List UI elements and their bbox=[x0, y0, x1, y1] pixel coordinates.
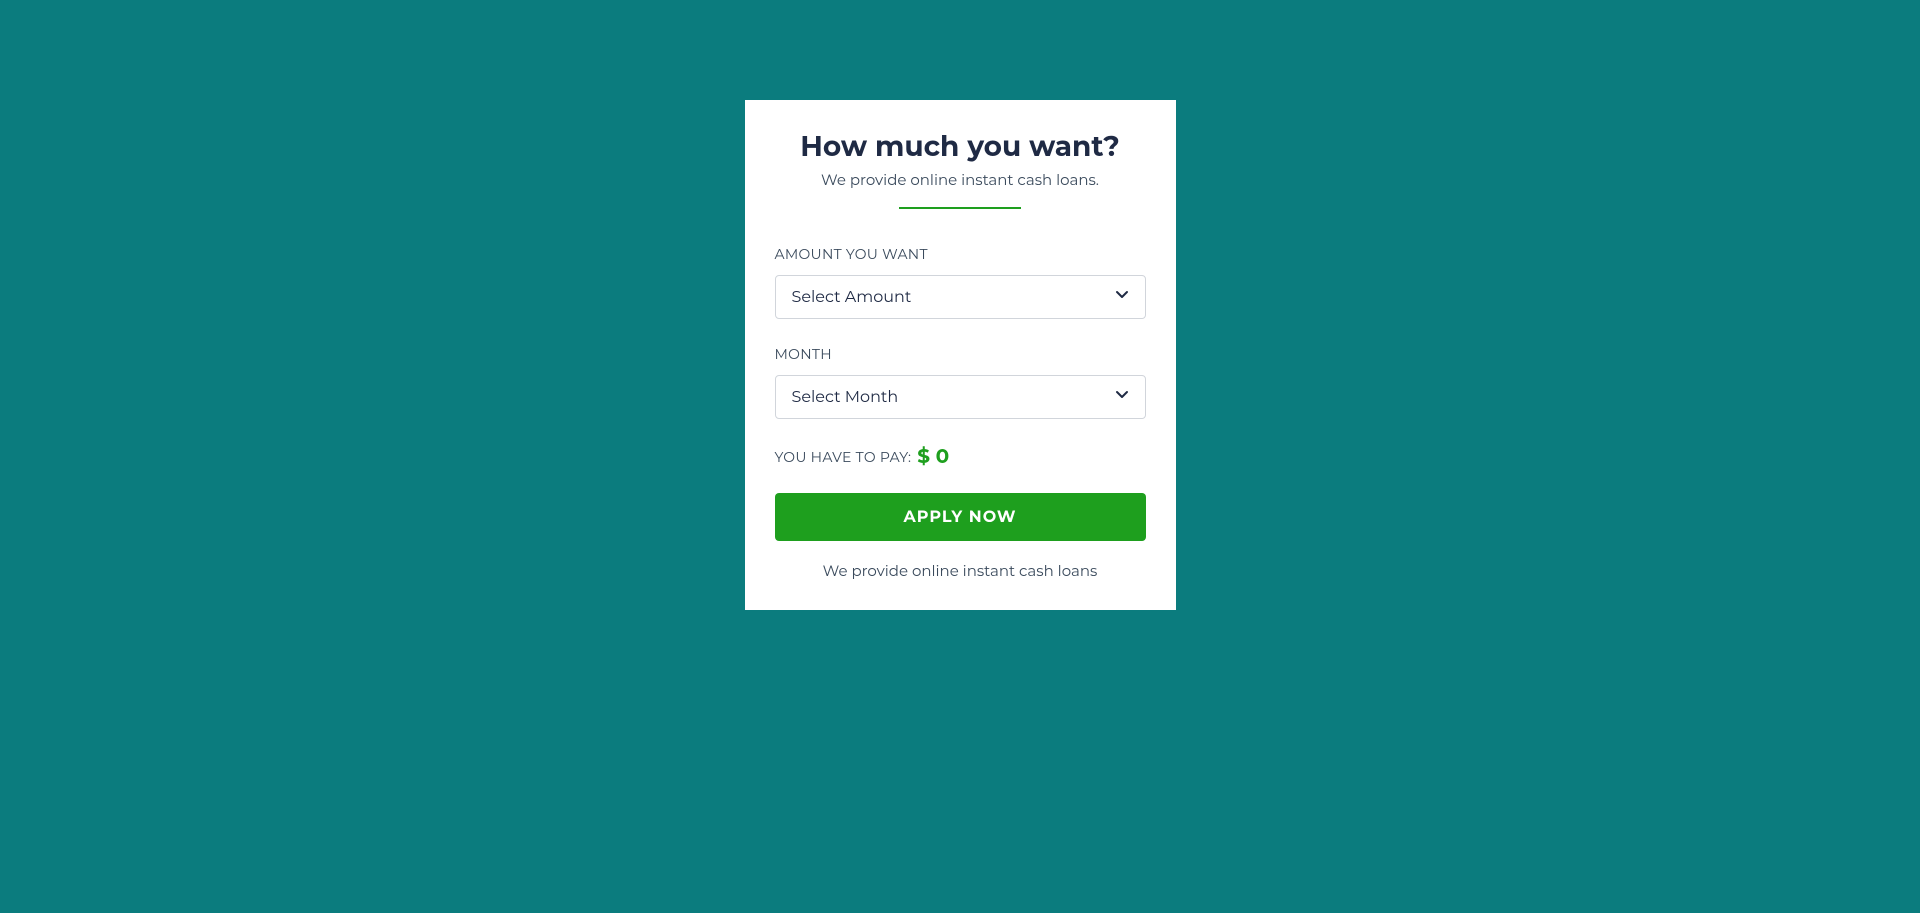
divider bbox=[899, 207, 1021, 209]
month-select[interactable]: Select Month bbox=[775, 375, 1146, 419]
card-subtitle: We provide online instant cash loans. bbox=[775, 170, 1146, 189]
amount-label: AMOUNT YOU WANT bbox=[775, 245, 1146, 263]
pay-value: $ 0 bbox=[917, 445, 949, 469]
amount-select-wrapper: Select Amount bbox=[775, 275, 1146, 319]
card-title: How much you want? bbox=[775, 130, 1146, 164]
apply-button[interactable]: APPLY NOW bbox=[775, 493, 1146, 541]
month-select-wrapper: Select Month bbox=[775, 375, 1146, 419]
loan-card: How much you want? We provide online ins… bbox=[745, 100, 1176, 610]
amount-select[interactable]: Select Amount bbox=[775, 275, 1146, 319]
pay-label: YOU HAVE TO PAY: bbox=[775, 448, 912, 466]
month-label: MONTH bbox=[775, 345, 1146, 363]
card-footer: We provide online instant cash loans bbox=[775, 561, 1146, 580]
pay-row: YOU HAVE TO PAY: $ 0 bbox=[775, 445, 1146, 469]
